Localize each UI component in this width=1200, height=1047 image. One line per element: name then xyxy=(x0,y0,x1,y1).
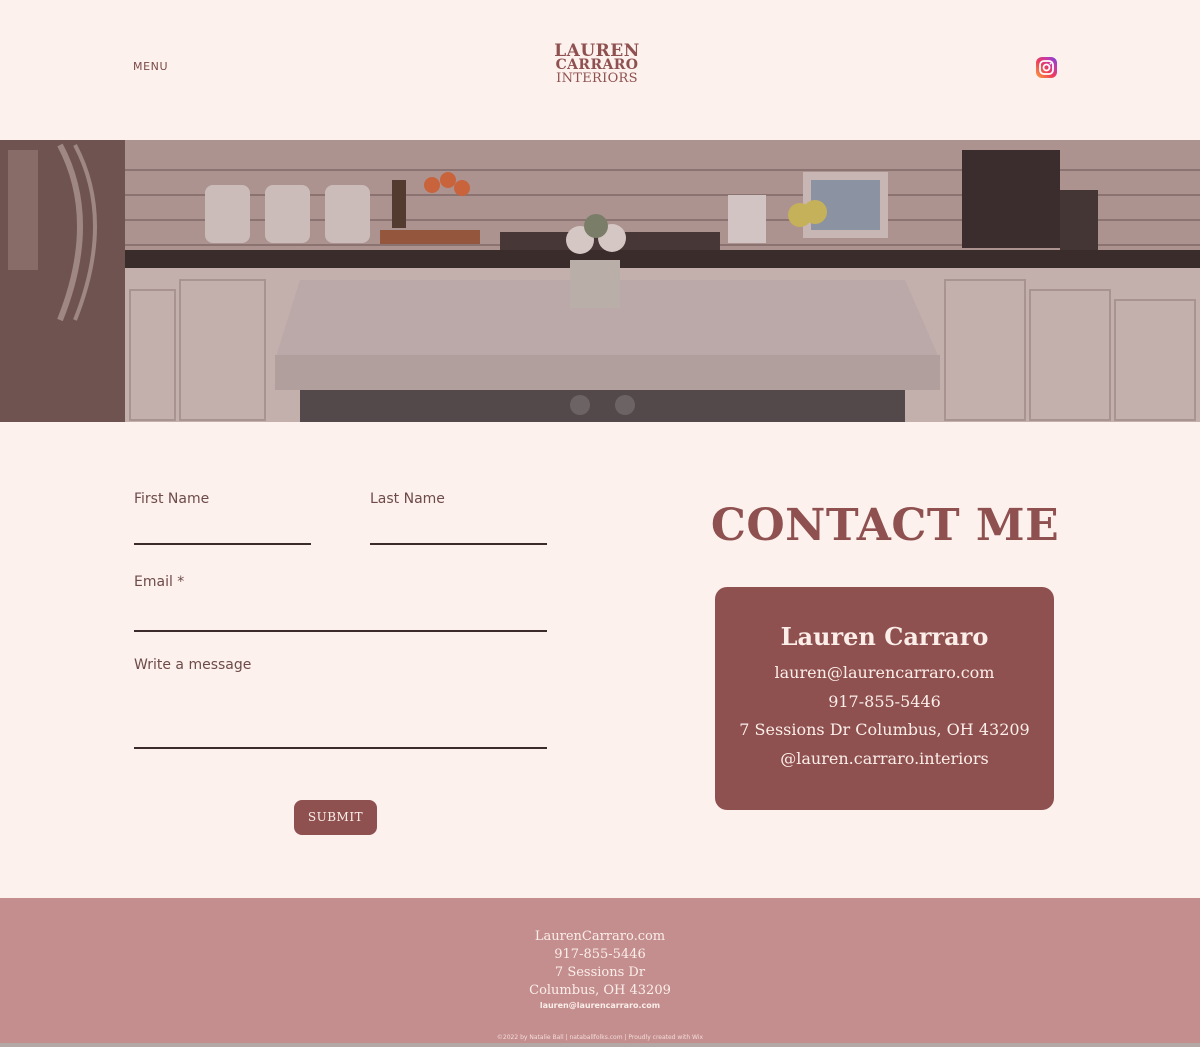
logo-line-1: LAUREN xyxy=(554,41,640,61)
message-input[interactable] xyxy=(134,747,547,749)
submit-button[interactable]: SUBMIT xyxy=(294,800,377,835)
hero-kitchen-image xyxy=(0,140,1200,422)
message-label: Write a message xyxy=(134,657,252,673)
site-header: MENU LAUREN CARRARO INTERIORS xyxy=(0,0,1200,140)
contact-title: CONTACT ME xyxy=(710,500,1060,551)
contact-email[interactable]: lauren@laurencarraro.com xyxy=(715,663,1054,682)
contact-phone[interactable]: 917-855-5446 xyxy=(715,692,1054,711)
contact-card: Lauren Carraro lauren@laurencarraro.com … xyxy=(715,587,1054,810)
contact-name: Lauren Carraro xyxy=(780,622,989,651)
contact-instagram[interactable]: @lauren.carraro.interiors xyxy=(715,749,1054,768)
email-input[interactable] xyxy=(134,630,547,632)
footer-phone: 917-855-5446 xyxy=(554,947,646,962)
bottom-scrollbar[interactable] xyxy=(0,1043,1200,1047)
site-footer: LaurenCarraro.com 917-855-5446 7 Session… xyxy=(0,898,1200,1047)
first-name-label: First Name xyxy=(134,491,210,507)
footer-email[interactable]: lauren@laurencarraro.com xyxy=(0,1001,1200,1010)
first-name-input[interactable] xyxy=(134,543,311,545)
footer-copyright: ©2022 by Natalie Ball | nataballfolks.co… xyxy=(496,1034,704,1041)
footer-street: 7 Sessions Dr xyxy=(554,965,646,980)
logo-line-3: INTERIORS xyxy=(556,71,638,86)
contact-address: 7 Sessions Dr Columbus, OH 43209 xyxy=(739,720,1030,739)
site-logo[interactable]: LAUREN CARRARO INTERIORS xyxy=(548,41,646,86)
last-name-input[interactable] xyxy=(370,543,547,545)
menu-button[interactable]: MENU xyxy=(133,60,168,73)
instagram-icon[interactable] xyxy=(1036,57,1057,78)
logo-line-2: CARRARO xyxy=(555,57,639,73)
footer-city: Columbus, OH 43209 xyxy=(529,983,671,998)
email-label: Email * xyxy=(134,574,185,590)
last-name-label: Last Name xyxy=(370,491,445,507)
footer-site[interactable]: LaurenCarraro.com xyxy=(0,929,1200,944)
